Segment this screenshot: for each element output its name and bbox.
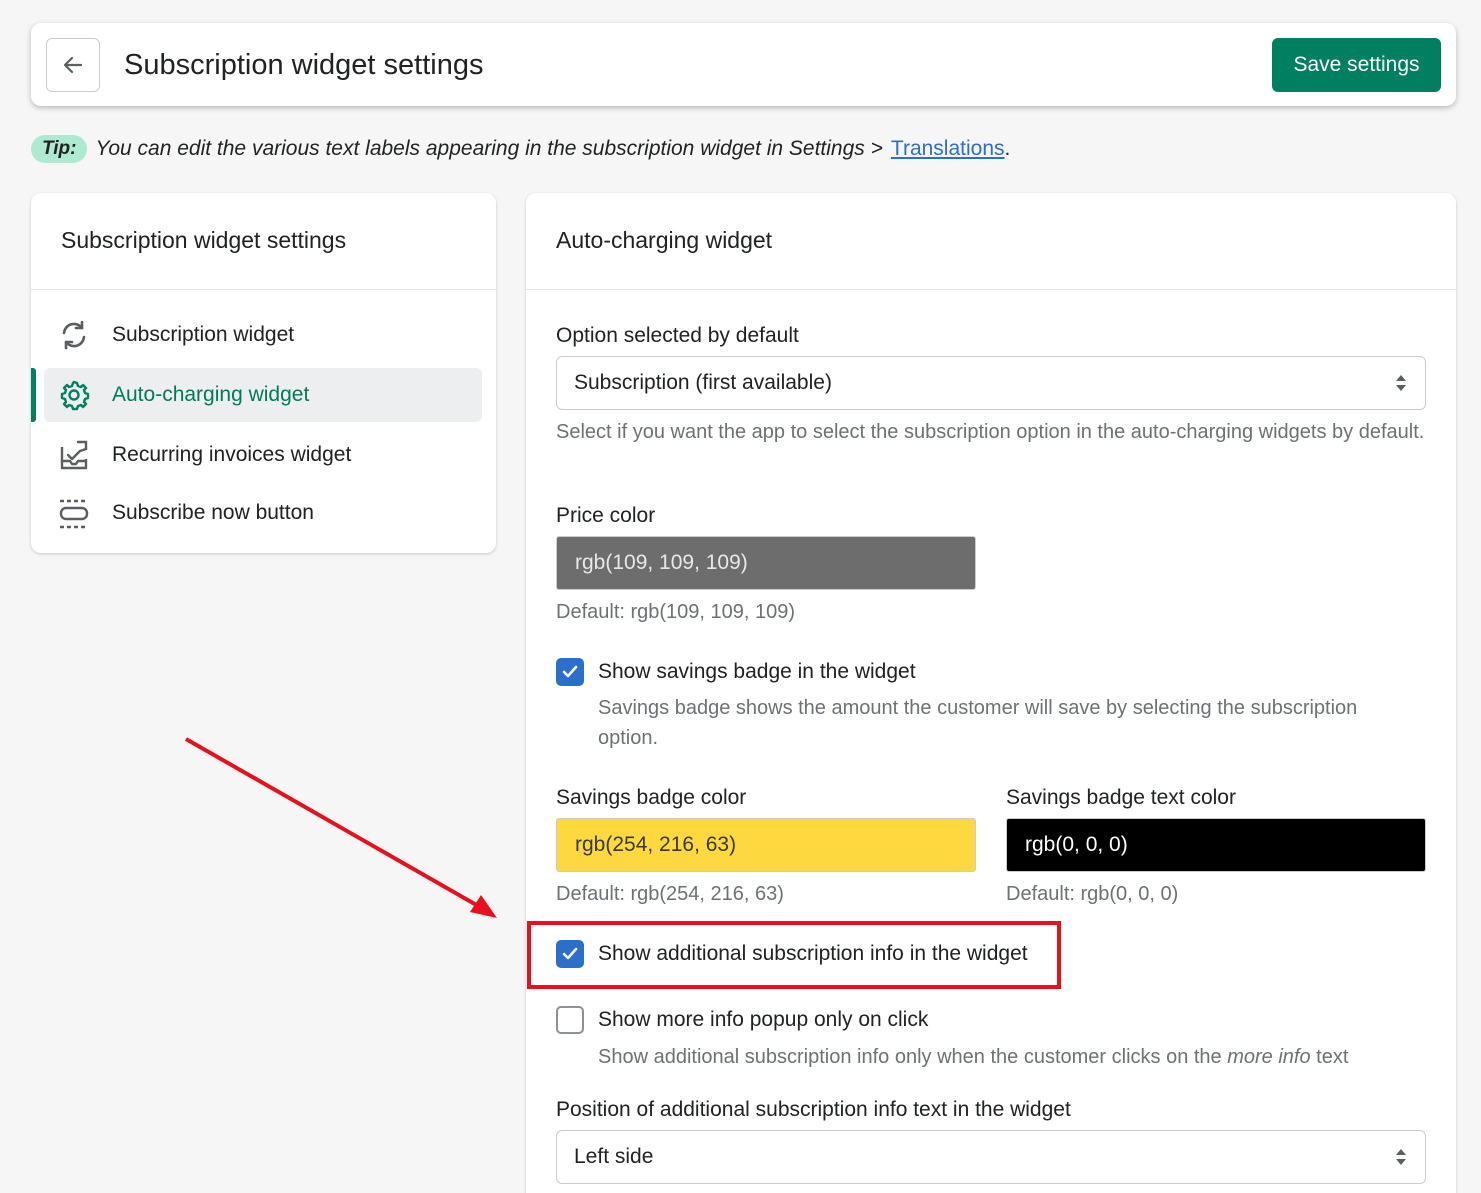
more-info-popup-label[interactable]: Show more info popup only on click [598, 1008, 928, 1032]
save-settings-button[interactable]: Save settings [1272, 38, 1441, 92]
annotation-highlight-box [527, 921, 1061, 989]
savings-badge-text-color-input[interactable]: rgb(0, 0, 0) [1006, 818, 1426, 872]
translations-link[interactable]: Translations [891, 137, 1005, 161]
help-emphasis: more info [1227, 1046, 1311, 1068]
tip-banner: Tip: You can edit the various text label… [31, 134, 1010, 164]
settings-nav-card: Subscription widget settings Subscriptio… [31, 193, 496, 553]
savings-badge-color-label: Savings badge color [556, 786, 747, 809]
more-info-popup-checkbox[interactable] [556, 1006, 584, 1034]
nav-item-label: Subscribe now button [112, 501, 314, 524]
divider [31, 289, 496, 290]
select-value: Left side [574, 1145, 654, 1168]
tip-suffix: . [1004, 137, 1011, 160]
select-arrows-icon [1396, 375, 1406, 391]
position-label: Position of additional subscription info… [556, 1098, 1071, 1121]
nav-item-auto-charging-widget[interactable]: Auto-charging widget [44, 368, 482, 422]
nav-item-label: Recurring invoices widget [112, 443, 352, 466]
refresh-icon [57, 318, 91, 352]
nav-item-subscription-widget[interactable]: Subscription widget [44, 308, 482, 362]
select-arrows-icon [1396, 1149, 1406, 1165]
savings-badge-label[interactable]: Show savings badge in the widget [598, 660, 916, 684]
nav-item-label: Auto-charging widget [112, 383, 310, 406]
divider [526, 289, 1456, 290]
position-select[interactable]: Left side [556, 1130, 1426, 1184]
arrow-left-icon [63, 56, 83, 74]
tip-badge: Tip: [31, 135, 88, 163]
page-title: Subscription widget settings [124, 49, 484, 81]
more-info-popup-help: Show additional subscription info only w… [598, 1042, 1438, 1072]
gear-icon [57, 378, 91, 412]
nav-item-label: Subscription widget [112, 323, 295, 346]
tip-text: You can edit the various text labels app… [95, 137, 883, 160]
option-default-help: Select if you want the app to select the… [556, 421, 1425, 443]
page-header: Subscription widget settings Save settin… [31, 23, 1456, 106]
select-value: Subscription (first available) [574, 371, 832, 394]
price-color-input[interactable]: rgb(109, 109, 109) [556, 536, 976, 590]
back-button[interactable] [46, 38, 100, 92]
help-prefix: Show additional subscription info only w… [598, 1046, 1222, 1068]
invoice-icon [57, 438, 91, 472]
savings-badge-help: Savings badge shows the amount the custo… [598, 697, 1358, 749]
section-title: Auto-charging widget [556, 227, 773, 253]
savings-badge-text-color-label: Savings badge text color [1006, 786, 1236, 809]
savings-badge-text-color-default: Default: rgb(0, 0, 0) [1006, 883, 1179, 905]
savings-badge-color-input[interactable]: rgb(254, 216, 63) [556, 818, 976, 872]
nav-item-subscribe-now-button[interactable]: Subscribe now button [44, 486, 482, 540]
savings-badge-color-default: Default: rgb(254, 216, 63) [556, 883, 784, 905]
option-default-label: Option selected by default [556, 324, 799, 347]
nav-card-title: Subscription widget settings [61, 227, 347, 253]
checkmark-icon [562, 665, 578, 678]
auto-charging-settings-card: Auto-charging widget Option selected by … [526, 193, 1456, 1193]
button-icon [57, 496, 91, 530]
price-color-default: Default: rgb(109, 109, 109) [556, 601, 796, 623]
savings-badge-checkbox[interactable] [556, 658, 584, 686]
price-color-label: Price color [556, 504, 656, 527]
option-default-select[interactable]: Subscription (first available) [556, 356, 1426, 410]
active-indicator [31, 368, 36, 422]
help-suffix: text [1316, 1046, 1349, 1068]
nav-item-recurring-invoices-widget[interactable]: Recurring invoices widget [44, 428, 482, 482]
